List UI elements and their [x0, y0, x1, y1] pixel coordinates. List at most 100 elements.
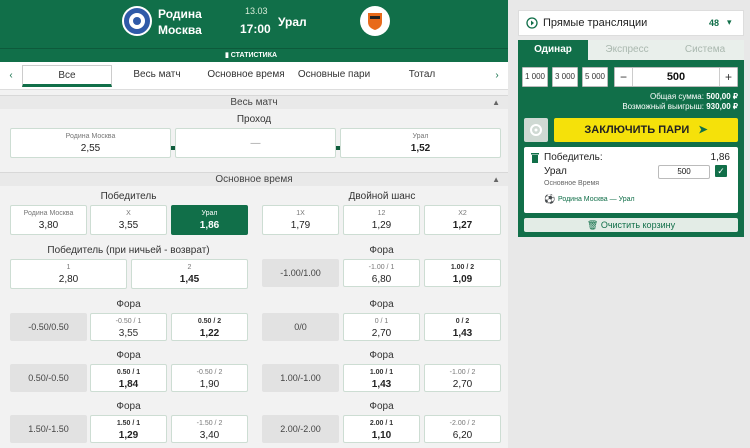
- fora-title: Фора: [369, 245, 394, 256]
- fora-button[interactable]: 1.50 / 1 1,29: [90, 415, 167, 443]
- tab-full-match[interactable]: Весь матч: [112, 65, 202, 87]
- gear-icon: [530, 124, 542, 136]
- handicap-value: 1.50/-1.50: [10, 415, 87, 443]
- section-main-time[interactable]: Основное время ▲: [0, 172, 508, 186]
- dnb-home-button[interactable]: 1 2,80: [10, 259, 127, 289]
- fora-title: Фора: [116, 401, 141, 412]
- section-full-match[interactable]: Весь матч ▲: [0, 95, 508, 109]
- fora-button[interactable]: -1.50 / 2 3,40: [171, 415, 248, 443]
- dnb-title: Победитель (при ничьей - возврат): [47, 245, 210, 256]
- tab-main-time[interactable]: Основное время: [202, 65, 290, 87]
- increase-button[interactable]: +: [719, 68, 737, 86]
- fora-button[interactable]: 2.00 / 1 1,10: [343, 415, 420, 443]
- bet-market: Победитель:: [544, 152, 603, 163]
- clear-basket-button[interactable]: 🗑 Очистить корзину: [524, 218, 738, 232]
- fora-button[interactable]: -2.00 / 2 6,20: [424, 415, 501, 443]
- double-chance-12-button[interactable]: 12 1,29: [343, 205, 420, 235]
- match-date: 13.03: [245, 6, 268, 16]
- double-chance-x2-button[interactable]: X2 1,27: [424, 205, 501, 235]
- winner-home-button[interactable]: Родина Москва 3,80: [10, 205, 87, 235]
- progress-draw-button: —: [175, 128, 336, 158]
- winner-draw-button[interactable]: X 3,55: [90, 205, 167, 235]
- fora-button[interactable]: -0.50 / 2 1,90: [171, 364, 248, 392]
- winner-title: Победитель: [100, 191, 157, 202]
- fora-title: Фора: [369, 299, 394, 310]
- amount-3000-button[interactable]: 3 000: [552, 67, 578, 87]
- fora-button[interactable]: 1.00 / 2 1,09: [424, 259, 501, 287]
- progress-home-button[interactable]: Родина Москва 2,55: [10, 128, 171, 158]
- fora-button[interactable]: 1.00 / 1 1,43: [343, 364, 420, 392]
- away-crest-icon: [368, 13, 382, 30]
- double-chance-1x-button[interactable]: 1X 1,79: [262, 205, 339, 235]
- bet-match[interactable]: Родина Москва — Урал: [558, 196, 635, 203]
- chevron-up-icon: ▲: [492, 98, 500, 107]
- bet-period: Основное Время: [544, 180, 600, 187]
- bet-item: Победитель: 1,86 Урал 500 ✓ Основное Вре…: [524, 147, 738, 213]
- dnb-away-button[interactable]: 2 1,45: [131, 259, 248, 289]
- tab-main-bets[interactable]: Основные пари: [290, 65, 378, 87]
- away-team-logo: [360, 6, 390, 36]
- live-label: Прямые трансляции: [543, 17, 648, 29]
- bet-odds: 1,86: [710, 152, 730, 163]
- chevron-left-icon[interactable]: ‹: [4, 68, 18, 84]
- amount-5000-button[interactable]: 5 000: [582, 67, 608, 87]
- trash-icon: 🗑: [586, 220, 601, 230]
- home-team-name: Родина Москва: [158, 7, 202, 37]
- event-panel: Родина Москва 13.03 17:00 Урал ▮ СТАТИСТ…: [0, 0, 508, 448]
- fora-button[interactable]: -1.00 / 1 6,80: [343, 259, 420, 287]
- fora-button[interactable]: 0.50 / 1 1,84: [90, 364, 167, 392]
- settings-button[interactable]: [524, 118, 548, 142]
- handicap-value: 2.00/-2.00: [262, 415, 339, 443]
- home-team-logo: [122, 6, 152, 36]
- match-time: 17:00: [240, 22, 271, 36]
- stats-bar: ▮ СТАТИСТИКА: [0, 48, 508, 62]
- place-bet-button[interactable]: ЗАКЛЮЧИТЬ ПАРИ ➤: [554, 118, 738, 142]
- decrease-button[interactable]: −: [615, 68, 633, 86]
- bet-amount-input[interactable]: 500: [658, 165, 710, 179]
- ball-icon: ⚽: [544, 194, 556, 204]
- fora-title: Фора: [369, 350, 394, 361]
- stake-input[interactable]: 500: [633, 68, 719, 86]
- play-circle-icon: [526, 17, 538, 29]
- handicap-value: 1.00/-1.00: [262, 364, 339, 392]
- tab-system[interactable]: Система: [666, 40, 744, 60]
- stats-button[interactable]: ▮ СТАТИСТИКА: [225, 51, 277, 59]
- progress-title: Проход: [236, 114, 272, 125]
- handicap-value: -1.00/1.00: [262, 259, 339, 287]
- tab-single[interactable]: Одинар: [518, 40, 588, 60]
- total-amount: Общая сумма: 500,00 ₽: [650, 92, 738, 101]
- fora-button[interactable]: -1.00 / 2 2,70: [424, 364, 501, 392]
- fora-title: Фора: [369, 401, 394, 412]
- tab-all[interactable]: Все: [22, 65, 112, 87]
- handicap-value: -0.50/0.50: [10, 313, 87, 341]
- bet-pick: Урал: [544, 166, 567, 177]
- market-tabs: ‹ Все Весь матч Основное время Основные …: [0, 62, 508, 150]
- fora-title: Фора: [116, 299, 141, 310]
- home-crest-icon: [129, 13, 145, 29]
- chevron-right-icon[interactable]: ›: [490, 68, 504, 84]
- live-count: 48: [709, 18, 720, 28]
- possible-win: Возможный выигрыш: 930,00 ₽: [622, 102, 738, 111]
- bet-slip: Одинар Экспресс Система 1 000 3 000 5 00…: [518, 40, 744, 237]
- handicap-value: 0.50/-0.50: [10, 364, 87, 392]
- arrow-right-icon: ➤: [698, 124, 708, 136]
- bet-checkbox[interactable]: ✓: [715, 165, 727, 177]
- fora-button[interactable]: -0.50 / 1 3,55: [90, 313, 167, 341]
- tab-express[interactable]: Экспресс: [588, 40, 666, 60]
- tab-total[interactable]: Тотал: [378, 65, 466, 87]
- fora-title: Фора: [116, 350, 141, 361]
- chevron-down-icon: ▾: [727, 17, 732, 27]
- match-header: Родина Москва 13.03 17:00 Урал: [0, 0, 508, 48]
- winner-away-button[interactable]: Урал 1,86: [171, 205, 248, 235]
- live-broadcasts-toggle[interactable]: Прямые трансляции 48 ▾: [518, 10, 744, 36]
- fora-button[interactable]: 0 / 2 1,43: [424, 313, 501, 341]
- handicap-value: 0/0: [262, 313, 339, 341]
- fora-button[interactable]: 0 / 1 2,70: [343, 313, 420, 341]
- stake-stepper: − 500 +: [614, 67, 738, 87]
- fora-button[interactable]: 0.50 / 2 1,22: [171, 313, 248, 341]
- progress-away-button[interactable]: Урал 1,52: [340, 128, 501, 158]
- amount-1000-button[interactable]: 1 000: [522, 67, 548, 87]
- chevron-up-icon: ▲: [492, 175, 500, 184]
- away-team-name: Урал: [278, 15, 307, 29]
- trash-icon[interactable]: [531, 153, 539, 163]
